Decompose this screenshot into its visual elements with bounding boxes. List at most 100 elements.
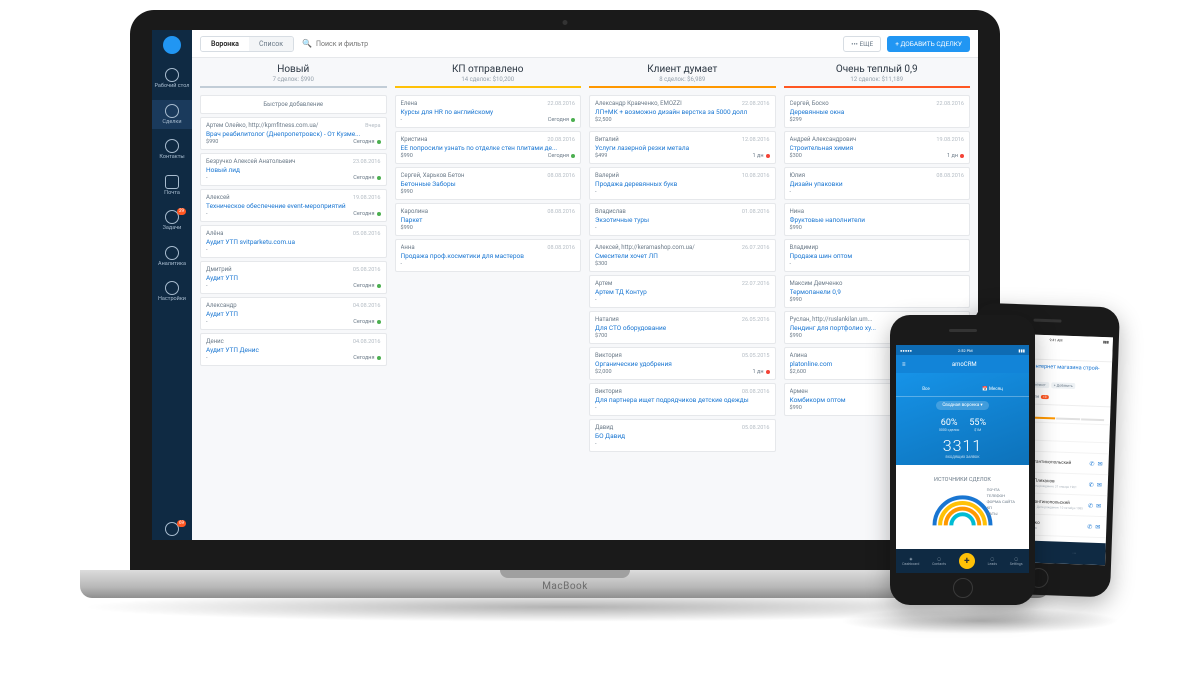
card-title: Курсы для HR по английскому	[401, 108, 576, 116]
status-bar: ●●●●●2:52 PM▮▮▮	[896, 345, 1029, 355]
card-contact: Давид	[595, 424, 738, 431]
deal-card[interactable]: Артем Олейко, http://kpmfitness.com.ua/В…	[200, 117, 387, 150]
card-status: 1 дн	[753, 153, 770, 159]
deal-card[interactable]: Безручко Алексей Анатольевич23.08.2016 Н…	[200, 153, 387, 186]
deal-card[interactable]: Владислав01.08.2016 Экзотичные туры -	[589, 203, 776, 236]
menu-icon[interactable]: ≡	[902, 361, 906, 368]
column-subtitle: 8 сделок: $6,989	[589, 76, 776, 83]
nav-mail[interactable]: Почта	[152, 171, 192, 201]
deal-card[interactable]: Алексей19.08.2016 Техническое обеспечени…	[200, 189, 387, 222]
deal-card[interactable]: Анна08.08.2016 Продажа проф.косметики дл…	[395, 239, 582, 272]
card-contact: Сергей, Боско	[790, 100, 933, 107]
column-subtitle: 7 сделок: $990	[200, 76, 387, 83]
chat-icon[interactable]: ✉	[1096, 503, 1101, 510]
deal-card[interactable]: Сергей, Харьков Бетон08.08.2016 Бетонные…	[395, 167, 582, 200]
tab-funnel[interactable]: Воронка	[201, 37, 249, 51]
tab-month[interactable]: 📅 Месяц	[982, 387, 1003, 392]
card-amount: $990	[790, 225, 802, 231]
call-icon[interactable]: ✆	[1088, 502, 1093, 509]
nav-notifications[interactable]: 69	[152, 518, 192, 540]
card-contact: Андрей Александрович	[790, 136, 933, 143]
deal-card[interactable]: Виктория05.05.2015 Органические удобрени…	[589, 347, 776, 380]
nav-contacts[interactable]: Контакты	[152, 135, 192, 165]
card-status: 1 дн	[947, 153, 964, 159]
chat-icon[interactable]: ✉	[1097, 482, 1102, 489]
nav-label: Аналитика	[158, 262, 186, 268]
deal-card[interactable]: Андрей Александрович19.08.2016 Строитель…	[784, 131, 971, 164]
search-input[interactable]	[316, 40, 436, 48]
card-date: 08.08.2016	[547, 245, 575, 251]
card-date: Вчера	[365, 123, 380, 129]
card-title: Строительная химия	[790, 144, 965, 152]
nav-leads[interactable]: ◯Leads	[988, 557, 997, 566]
card-date: 19.08.2016	[936, 137, 964, 143]
card-date: 19.08.2016	[353, 195, 381, 201]
call-icon[interactable]: ✆	[1087, 523, 1092, 530]
tag[interactable]: + Добавить	[1051, 383, 1076, 390]
card-amount: -	[206, 247, 208, 253]
deal-card[interactable]: Александр04.08.2016 Аудит УТП -Сегодня	[200, 297, 387, 330]
chat-icon[interactable]: ✉	[1097, 461, 1102, 468]
card-amount: $990	[401, 189, 413, 195]
camera-icon	[563, 20, 568, 25]
nav-dashboard[interactable]: Рабочий стол	[152, 64, 192, 94]
add-button[interactable]: +	[959, 553, 975, 569]
call-icon[interactable]: ✆	[1089, 460, 1094, 467]
deal-card[interactable]: Давид05.08.2016 БО Давид -	[589, 419, 776, 452]
deal-card[interactable]: Денис04.08.2016 Аудит УТП Денис -Сегодня	[200, 333, 387, 366]
app-logo[interactable]	[163, 36, 181, 54]
nav-settings[interactable]: Настройки	[152, 277, 192, 307]
sources-chart: ПОЧТАТЕЛЕФОНФОРМА САЙТАКПЧАТЫ	[908, 487, 1017, 527]
card-amount: $299	[790, 117, 802, 123]
deal-card[interactable]: Наталия26.05.2016 Для СТО оборудование $…	[589, 311, 776, 344]
tab-all[interactable]: Все	[922, 387, 930, 392]
deal-card[interactable]: Виктория08.08.2016 Для партнера ищет под…	[589, 383, 776, 416]
deal-card[interactable]: Валерий10.08.2016 Продажа деревянных бук…	[589, 167, 776, 200]
card-amount: $499	[595, 153, 607, 159]
card-title: Смесители хочет ЛП	[595, 252, 770, 260]
deal-card[interactable]: Алёна05.08.2016 Аудит УТП svitparketu.co…	[200, 225, 387, 258]
crm-app: Рабочий стол Сделки Контакты Почта 29Зад…	[152, 30, 978, 540]
add-deal-button[interactable]: + ДОБАВИТЬ СДЕЛКУ	[887, 36, 970, 52]
search-box[interactable]: 🔍	[302, 39, 835, 48]
call-icon[interactable]: ✆	[1089, 481, 1094, 488]
card-amount: -	[401, 261, 403, 267]
deal-card[interactable]: Юлия08.08.2016 Дизайн упаковки -	[784, 167, 971, 200]
deal-card[interactable]: Дмитрий05.08.2016 Аудит УТП -Сегодня	[200, 261, 387, 294]
deal-card[interactable]: Виталий12.08.2016 Услуги лазерной резки …	[589, 131, 776, 164]
deal-card[interactable]: Александр Кравченко, EMOZZI22.08.2016 ЛП…	[589, 95, 776, 128]
card-contact: Кристина	[401, 136, 544, 143]
deal-card[interactable]: Каролина08.08.2016 Паркет $990	[395, 203, 582, 236]
deal-card[interactable]: Кристина20.08.2016 ЕЕ попросили узнать п…	[395, 131, 582, 164]
chat-icon[interactable]: ✉	[1095, 524, 1100, 531]
legend-item: КП	[987, 505, 1015, 510]
deal-card[interactable]: Владимир Продажа шин оптом -	[784, 239, 971, 272]
card-amount: $990	[790, 333, 802, 339]
nav-dashboard[interactable]: ◉Dashboard	[902, 557, 919, 566]
column-header: Новый 7 сделок: $990	[200, 64, 387, 92]
nav-deals[interactable]: Сделки	[152, 100, 192, 130]
nav-tasks[interactable]: 29Задачи	[152, 206, 192, 236]
deal-card[interactable]: Елена22.08.2016 Курсы для HR по английск…	[395, 95, 582, 128]
nav-label: Задачи	[163, 226, 182, 232]
funnel-selector[interactable]: Сводная воронка ▾	[936, 401, 988, 410]
nav-contacts[interactable]: ◯Contacts	[932, 557, 946, 566]
deal-card[interactable]: Алексей, http://keramashop.com.ua/26.07.…	[589, 239, 776, 272]
nav-settings[interactable]: ◯Settings	[1010, 557, 1023, 566]
card-title: Аудит УТП	[206, 274, 381, 282]
view-tabs: Воронка Список	[200, 36, 294, 52]
quick-add[interactable]: Быстрое добавление	[200, 95, 387, 114]
card-contact: Артем Олейко, http://kpmfitness.com.ua/	[206, 122, 361, 129]
card-title: Аудит УТП	[206, 310, 381, 318]
card-contact: Елена	[401, 100, 544, 107]
more-button[interactable]: ••• ЕЩЕ	[843, 36, 881, 52]
card-title: Паркет	[401, 216, 576, 224]
nav-analytics[interactable]: Аналитика	[152, 242, 192, 272]
deal-card[interactable]: Нина Фруктовые наполнители $990	[784, 203, 971, 236]
home-button[interactable]	[953, 578, 973, 598]
deal-card[interactable]: Сергей, Боско22.08.2016 Деревянные окна …	[784, 95, 971, 128]
tab-list[interactable]: Список	[249, 37, 293, 51]
card-date: 22.07.2016	[742, 281, 770, 287]
deal-card[interactable]: Максим Демченко Термопанели 0,9 $990	[784, 275, 971, 308]
deal-card[interactable]: Артем22.07.2016 Артем ТД Контур -	[589, 275, 776, 308]
